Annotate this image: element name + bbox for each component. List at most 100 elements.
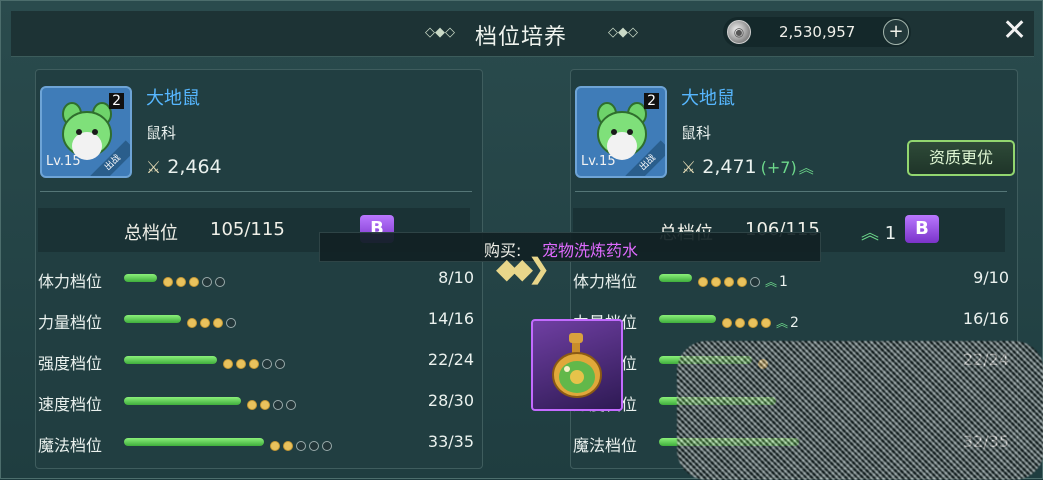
buy-item-bar[interactable]: 购买: 宠物洗炼药水	[319, 232, 821, 262]
pet-avatar[interactable]: 2 Lv.15 出战	[40, 86, 132, 178]
filled-dot-icon	[213, 317, 223, 328]
stat-label: 强度档位	[38, 354, 103, 373]
filled-dot-icon	[176, 276, 186, 287]
current-tier-panel: 2 Lv.15 出战 大地鼠 鼠科 ⚔ 2,464 总档位 105/115 B 体…	[35, 69, 483, 469]
add-currency-button[interactable]: +	[883, 19, 909, 45]
stat-increase-value: 2	[790, 314, 799, 331]
stat-label: 力量档位	[38, 313, 103, 332]
filled-dot-icon	[761, 317, 771, 328]
filled-dot-icon	[722, 317, 732, 328]
stat-row: 速度档位 28/30	[38, 389, 474, 415]
stat-progress-track	[124, 356, 217, 364]
stat-progress-fill	[124, 315, 181, 323]
obscured-region	[677, 341, 1043, 480]
stat-value: 14/16	[427, 309, 474, 328]
stat-progress-track	[124, 315, 181, 323]
stat-progress-fill	[659, 315, 716, 323]
title-deco-right: ◇◆◇	[608, 25, 638, 40]
stat-value: 33/35	[427, 432, 474, 451]
increase-chevron-icon: ︽	[765, 275, 778, 289]
total-tier-label: 总档位	[124, 223, 178, 244]
empty-dot-icon	[215, 276, 225, 287]
stat-progress-fill	[124, 274, 157, 282]
window-title: 档位培养	[475, 25, 568, 50]
power-display: ⚔ 2,464	[146, 156, 222, 178]
power-value: 2,464	[167, 156, 222, 178]
stat-value: 9/10	[973, 268, 1009, 287]
power-delta: (+7)	[760, 158, 797, 177]
stat-label: 体力档位	[38, 272, 103, 291]
stat-value: 16/16	[962, 309, 1009, 328]
filled-dot-icon	[724, 276, 734, 287]
divider	[40, 191, 472, 192]
stat-dots	[247, 394, 299, 410]
stat-progress-fill	[124, 356, 217, 364]
stat-progress-track	[124, 274, 157, 282]
pet-level: Lv.15	[46, 154, 81, 169]
stat-progress-fill	[124, 438, 264, 446]
buy-item-name[interactable]: 宠物洗炼药水	[542, 237, 638, 261]
stat-dots	[163, 271, 228, 287]
stat-label: 速度档位	[38, 395, 103, 414]
filled-dot-icon	[711, 276, 721, 287]
empty-dot-icon	[275, 358, 285, 369]
stat-row: 魔法档位 33/35	[38, 430, 474, 456]
increase-chevron-icon: ︽	[861, 223, 879, 244]
stat-value: 8/10	[438, 268, 474, 287]
transition-arrow-icon: ◆◆❯	[496, 252, 550, 285]
empty-dot-icon	[273, 399, 283, 410]
stat-row: 强度档位 22/24	[38, 348, 474, 374]
pet-name: 大地鼠	[146, 88, 200, 109]
stat-progress-track	[124, 397, 241, 405]
divider	[575, 191, 1007, 192]
close-icon[interactable]: ✕	[1002, 15, 1027, 47]
total-tier-increase: ︽ 1	[861, 219, 896, 245]
filled-dot-icon	[236, 358, 246, 369]
pet-tier-window: ◇◆◇ 档位培养 ◇◆◇ ◉ 2,530,957 + ✕ 2 Lv.15 出战 …	[0, 0, 1043, 480]
stat-row: 体力档位 8/10	[38, 266, 474, 292]
increase-chevron-icon: ︽	[776, 316, 789, 330]
power-value: 2,471	[702, 156, 757, 178]
potion-item-slot[interactable]	[531, 319, 623, 411]
better-aptitude-button[interactable]: 资质更优	[907, 140, 1015, 176]
stat-value: 22/24	[427, 350, 474, 369]
empty-dot-icon	[296, 440, 306, 451]
pet-avatar[interactable]: 2 Lv.15 出战	[575, 86, 667, 178]
empty-dot-icon	[226, 317, 236, 328]
filled-dot-icon	[247, 399, 257, 410]
star-count: 2	[644, 93, 659, 109]
currency-display: ◉ 2,530,957 +	[723, 17, 911, 47]
filled-dot-icon	[223, 358, 233, 369]
filled-dot-icon	[260, 399, 270, 410]
crossed-swords-icon: ⚔	[146, 158, 162, 178]
stat-progress-track	[659, 315, 716, 323]
filled-dot-icon	[735, 317, 745, 328]
pet-name: 大地鼠	[681, 88, 735, 109]
stat-row: 力量档位︽216/16	[573, 307, 1009, 333]
currency-value: 2,530,957	[779, 23, 856, 41]
empty-dot-icon	[322, 440, 332, 451]
stat-dots	[223, 353, 288, 369]
stat-row: 力量档位 14/16	[38, 307, 474, 333]
tier-increase-value: 1	[884, 223, 897, 244]
empty-dot-icon	[262, 358, 272, 369]
filled-dot-icon	[249, 358, 259, 369]
filled-dot-icon	[283, 440, 293, 451]
stat-value: 28/30	[427, 391, 474, 410]
title-deco-left: ◇◆◇	[425, 25, 455, 40]
pet-family: 鼠科	[681, 124, 712, 142]
stat-label: 魔法档位	[573, 436, 638, 455]
stat-dots	[270, 435, 335, 451]
empty-dot-icon	[750, 276, 760, 287]
pet-level: Lv.15	[581, 154, 616, 169]
filled-dot-icon	[200, 317, 210, 328]
potion-bottle-icon	[552, 333, 602, 398]
grade-badge: B	[905, 215, 939, 243]
empty-dot-icon	[202, 276, 212, 287]
filled-dot-icon	[189, 276, 199, 287]
filled-dot-icon	[748, 317, 758, 328]
pet-family: 鼠科	[146, 124, 177, 142]
stat-progress-track	[659, 274, 692, 282]
filled-dot-icon	[698, 276, 708, 287]
crossed-swords-icon: ⚔	[681, 158, 697, 178]
